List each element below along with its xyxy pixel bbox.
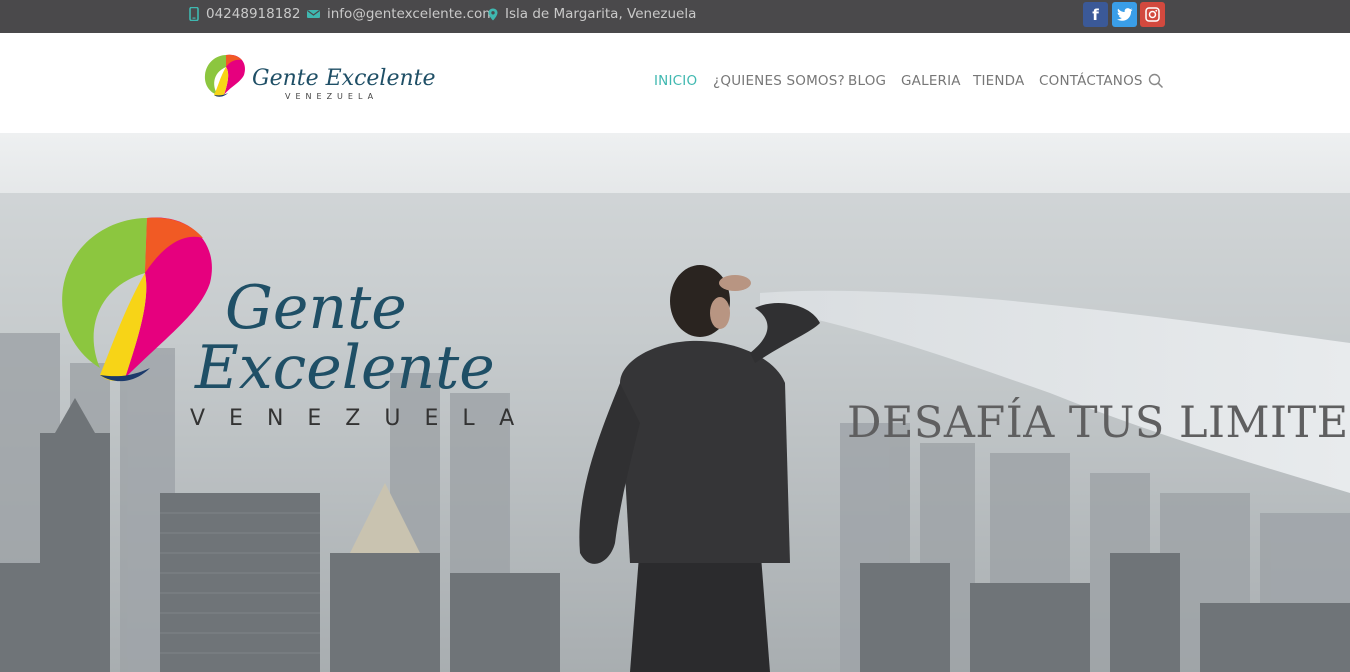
hero-logo-line2: Excelente: [194, 333, 495, 403]
instagram-icon: [1145, 7, 1160, 22]
phone-icon: [189, 7, 199, 21]
site-header: Gente Excelente VENEZUELA INICIO ¿QUIENE…: [0, 33, 1350, 133]
hero-logo-mark-icon: [62, 217, 212, 382]
envelope-icon: [307, 10, 320, 18]
nav-quienes-somos[interactable]: ¿QUIENES SOMOS?: [713, 73, 845, 89]
hero-logo-country: VENEZUELA: [190, 406, 538, 431]
hero-brand-logo: Gente Excelente VENEZUELA: [62, 217, 538, 431]
twitter-icon: [1116, 8, 1132, 21]
logo-wordmark: Gente Excelente: [252, 66, 436, 91]
facebook-link[interactable]: f: [1083, 2, 1108, 27]
hero-slider: Gente Excelente VENEZUELA DESAFÍA TUS LI…: [0, 133, 1350, 672]
nav-inicio[interactable]: INICIO: [654, 73, 697, 89]
hero-headline: DESAFÍA TUS LIMITES: [847, 398, 1350, 448]
search-icon: [1148, 73, 1164, 89]
logo-country: VENEZUELA: [285, 92, 378, 101]
location-text: Isla de Margarita, Venezuela: [505, 6, 697, 22]
contact-location: Isla de Margarita, Venezuela: [488, 0, 696, 28]
instagram-link[interactable]: [1140, 2, 1165, 27]
nav-tienda[interactable]: TIENDA: [973, 73, 1024, 89]
site-logo[interactable]: Gente Excelente VENEZUELA: [200, 51, 440, 107]
contact-phone[interactable]: 04248918182: [189, 0, 300, 28]
contact-email[interactable]: info@gentexcelente.com: [307, 0, 495, 28]
map-pin-icon: [488, 8, 498, 20]
top-contact-bar: 04248918182 info@gentexcelente.com Isla …: [0, 0, 1350, 33]
businessman-image: [579, 265, 820, 672]
phone-number: 04248918182: [206, 6, 301, 22]
nav-galeria[interactable]: GALERIA: [901, 73, 961, 89]
nav-contactanos[interactable]: CONTÁCTANOS: [1039, 73, 1143, 89]
nav-blog[interactable]: BLOG: [848, 73, 886, 89]
logo-mark-icon: [204, 54, 246, 97]
email-address: info@gentexcelente.com: [327, 6, 496, 22]
facebook-icon: f: [1092, 5, 1099, 24]
search-button[interactable]: [1148, 73, 1164, 89]
twitter-link[interactable]: [1112, 2, 1137, 27]
